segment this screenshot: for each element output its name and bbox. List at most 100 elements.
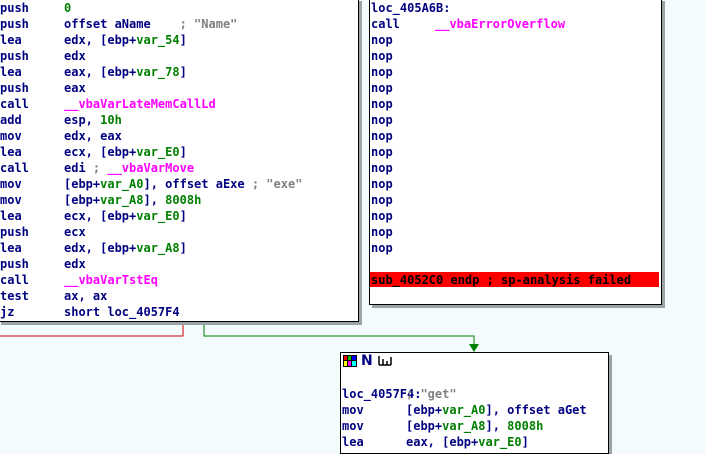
- mnemonic: lea: [0, 145, 22, 159]
- operand: ; "Name": [179, 17, 238, 31]
- operand: var_54: [136, 33, 180, 47]
- mnemonic: nop: [371, 209, 393, 223]
- mnemonic: nop: [371, 97, 393, 111]
- operand: eax: [64, 81, 86, 95]
- operand: esp,: [64, 113, 101, 127]
- operand: ],: [485, 419, 508, 433]
- mnemonic: nop: [371, 129, 393, 143]
- operand: var_A8: [136, 241, 180, 255]
- asm-line[interactable]: loc_4057F4: ; "get": [342, 386, 530, 402]
- mnemonic: mov: [342, 403, 364, 417]
- color-palette-icon[interactable]: [343, 355, 357, 367]
- operand: ; "exe": [251, 177, 303, 191]
- asm-line[interactable]: loc_405A6B:: [371, 0, 450, 16]
- mnemonic: push: [0, 257, 29, 271]
- operand: var_A0: [442, 403, 486, 417]
- operand: offset aName: [64, 17, 180, 31]
- mnemonic: nop: [371, 177, 393, 191]
- mnemonic: nop: [371, 113, 393, 127]
- operand: ecx, [ebp+: [64, 209, 137, 223]
- operand: __vbaErrorOverflow: [435, 17, 566, 31]
- mnemonic: mov: [0, 129, 22, 143]
- operand: 8008h: [165, 193, 202, 207]
- mnemonic: test: [0, 289, 29, 303]
- operand: ]: [179, 145, 187, 159]
- operand: var_A0: [100, 177, 144, 191]
- graph-overview-icon[interactable]: [377, 355, 392, 367]
- operand: __vbaVarLateMemCallLd: [64, 97, 216, 111]
- operand: 10h: [100, 113, 122, 127]
- operand: eax, [ebp+: [64, 65, 137, 79]
- operand: edx, [ebp+: [64, 33, 137, 47]
- mnemonic: nop: [371, 145, 393, 159]
- sp-analysis-failed-line[interactable]: sub_4052C0 endp ; sp-analysis failed: [370, 272, 659, 287]
- operand: edi: [64, 161, 93, 175]
- mnemonic: push: [0, 81, 29, 95]
- operand: ]: [179, 65, 187, 79]
- mnemonic: nop: [371, 81, 393, 95]
- operand: 0: [64, 1, 72, 15]
- mnemonic: call: [0, 161, 29, 175]
- mnemonic: push: [0, 17, 29, 31]
- operand: ], offset aGet: [485, 403, 587, 417]
- mnemonic: nop: [371, 193, 393, 207]
- operand: edx: [64, 49, 86, 63]
- operand: var_A8: [100, 193, 144, 207]
- mnemonic: nop: [371, 241, 393, 255]
- mnemonic: lea: [0, 241, 22, 255]
- mnemonic: nop: [371, 161, 393, 175]
- operand: ]: [179, 33, 187, 47]
- mnemonic: call: [0, 273, 29, 287]
- operand: var_E0: [136, 145, 180, 159]
- n-rename-icon[interactable]: N: [361, 353, 375, 369]
- operand: ]: [179, 209, 187, 223]
- mnemonic: call: [371, 17, 400, 31]
- mnemonic: jz: [0, 305, 15, 319]
- true-branch-edge: [203, 322, 475, 346]
- mnemonic: mov: [0, 193, 22, 207]
- operand: short loc_4057F4: [64, 305, 180, 319]
- mnemonic: call: [0, 97, 29, 111]
- operand: ; "get": [406, 387, 457, 401]
- operand: edx, [ebp+: [64, 241, 137, 255]
- operand: [ebp+: [406, 403, 443, 417]
- false-branch-edge: [0, 322, 184, 337]
- mnemonic: push: [0, 225, 29, 239]
- mnemonic: nop: [371, 225, 393, 239]
- operand: var_A8: [442, 419, 486, 433]
- operand: [ebp+: [64, 193, 101, 207]
- mnemonic: mov: [342, 419, 364, 433]
- operand: __vbaVarTstEq: [64, 273, 158, 287]
- mnemonic: lea: [0, 209, 22, 223]
- operand: __vbaVarMove: [107, 161, 195, 175]
- operand: ecx: [64, 225, 86, 239]
- operand: [ebp+: [64, 177, 101, 191]
- mnemonic: add: [0, 113, 22, 127]
- mnemonic: lea: [342, 435, 364, 449]
- code-label: loc_405A6B:: [371, 1, 451, 15]
- mnemonic: lea: [0, 65, 22, 79]
- operand: edx, eax: [64, 129, 122, 143]
- code-block-loc-4057f4[interactable]: N loc_4057F4: ; "get" mov [ebp+var_A0], of…: [340, 352, 609, 454]
- true-branch-arrowhead: [469, 344, 479, 352]
- operand: 8008h: [507, 419, 544, 433]
- operand: ],: [143, 193, 166, 207]
- operand: [ebp+: [406, 419, 443, 433]
- operand: ], offset aExe: [143, 177, 252, 191]
- code-block-error-overflow[interactable]: loc_405A6B:call __vbaErrorOverflownop nop n…: [369, 0, 662, 305]
- operand: ;: [92, 161, 108, 175]
- mnemonic: push: [0, 49, 29, 63]
- code-block-left[interactable]: push 0 push offset aName ; "Name" lea edx, [e…: [0, 0, 359, 322]
- operand: ]: [179, 241, 187, 255]
- operand: var_E0: [136, 209, 180, 223]
- mnemonic: nop: [371, 49, 393, 63]
- mnemonic: nop: [371, 65, 393, 79]
- operand: ecx, [ebp+: [64, 145, 137, 159]
- mnemonic: mov: [0, 177, 22, 191]
- mnemonic: push: [0, 1, 29, 15]
- operand: var_78: [136, 65, 180, 79]
- mnemonic: nop: [371, 33, 393, 47]
- operand: ax, ax: [64, 289, 108, 303]
- mnemonic: lea: [0, 33, 22, 47]
- operand: edx: [64, 257, 86, 271]
